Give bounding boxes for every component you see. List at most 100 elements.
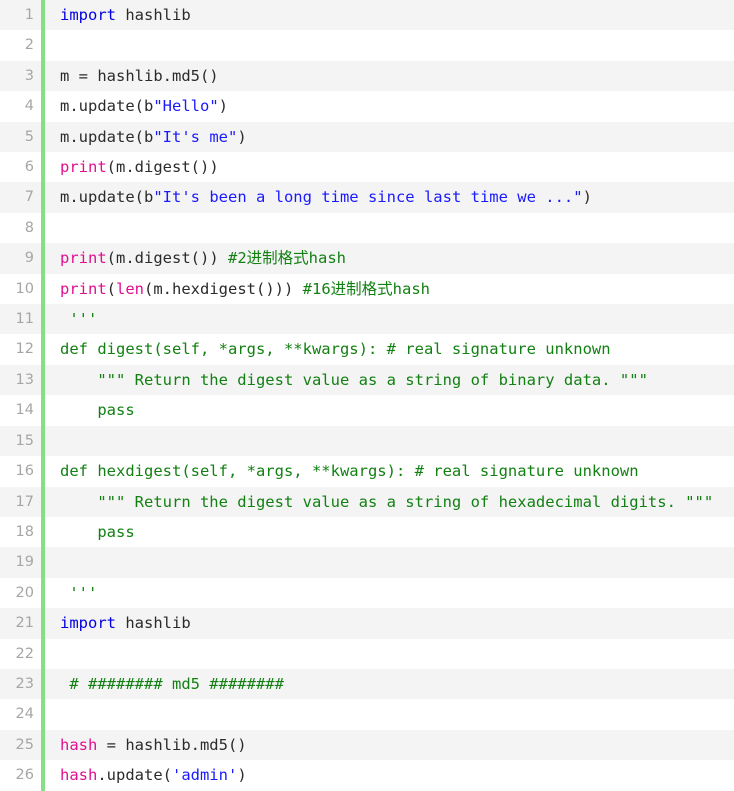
code-token-plain: .update( [97, 766, 172, 785]
code-line[interactable]: 21 import hashlib [0, 608, 734, 639]
code-line[interactable]: 7 m.update(b"It's been a long time since … [0, 182, 734, 213]
code-line-text[interactable]: print(m.digest()) #2进制格式hash [45, 243, 734, 273]
code-line[interactable]: 10 print(len(m.hexdigest())) #16进制格式hash [0, 273, 734, 305]
code-editor[interactable]: 1 import hashlib 2 3 m = hashlib.md5() 4 m.upd… [0, 0, 734, 791]
code-line[interactable]: 20 ''' [0, 577, 734, 609]
code-token-green: """ Return the digest value as a string … [60, 492, 714, 511]
code-line[interactable]: 25 hash = hashlib.md5() [0, 729, 734, 761]
code-line[interactable]: 6 print(m.digest()) [0, 152, 734, 183]
code-token-plain: (m.digest()) [106, 249, 228, 268]
code-line-text[interactable]: pass [45, 395, 734, 425]
code-token-plain: ) [237, 766, 247, 785]
code-token-plain: m.update(b [60, 97, 154, 116]
code-token-green: ''' [60, 310, 98, 329]
line-number: 14 [15, 402, 34, 419]
code-token-plain: (m.digest()) [106, 158, 219, 177]
code-line-text[interactable]: m.update(b"Hello") [45, 91, 734, 121]
line-number: 7 [24, 189, 34, 206]
code-token-plain: m = hashlib.md5() [60, 66, 219, 85]
code-line-text[interactable]: """ Return the digest value as a string … [45, 487, 734, 517]
code-line[interactable]: 3 m = hashlib.md5() [0, 60, 734, 92]
code-line[interactable]: 5 m.update(b"It's me") [0, 121, 734, 153]
code-token-str: 'admin' [171, 766, 238, 785]
code-line-text[interactable]: import hashlib [45, 0, 734, 30]
code-line-text[interactable]: m = hashlib.md5() [45, 61, 734, 91]
code-line[interactable]: 16 def hexdigest(self, *args, **kwargs): … [0, 456, 734, 487]
code-line-text[interactable]: def digest(self, *args, **kwargs): # rea… [45, 334, 734, 364]
code-line-text[interactable]: """ Return the digest value as a string … [45, 365, 734, 395]
code-line[interactable]: 8 [0, 212, 734, 244]
code-token-plain: m.update(b [60, 127, 154, 146]
code-line-text[interactable]: m.update(b"It's been a long time since l… [45, 182, 734, 212]
code-line-text[interactable]: print(m.digest()) [45, 152, 734, 182]
code-line[interactable]: 18 pass [0, 516, 734, 548]
code-token-plain: = hashlib.md5() [97, 735, 247, 754]
code-line[interactable]: 11 ''' [0, 304, 734, 335]
code-line-text[interactable] [45, 426, 734, 456]
line-number: 16 [15, 463, 34, 480]
line-number: 24 [15, 706, 34, 723]
code-line[interactable]: 9 print(m.digest()) #2进制格式hash [0, 243, 734, 274]
code-line-text[interactable] [45, 639, 734, 669]
code-line[interactable]: 14 pass [0, 395, 734, 426]
line-number: 21 [15, 615, 34, 632]
code-token-builtin: print [60, 249, 107, 268]
code-token-comment: #2进制格式hash [228, 249, 346, 268]
code-token-str: "It's been a long time since last time w… [153, 188, 583, 207]
code-token-green: pass [60, 401, 135, 420]
code-line[interactable]: 12 def digest(self, *args, **kwargs): # r… [0, 334, 734, 365]
code-line-text[interactable]: # ######## md5 ######## [45, 669, 734, 699]
line-number: 15 [15, 432, 34, 449]
code-token-green: def digest(self, *args, **kwargs): # rea… [60, 340, 611, 359]
code-line-text[interactable]: hash.update('admin') [45, 760, 734, 790]
code-line-text[interactable]: m.update(b"It's me") [45, 122, 734, 152]
line-number: 5 [24, 128, 34, 145]
code-line[interactable]: 26 hash.update('admin') [0, 760, 734, 791]
code-lines-container[interactable]: 1 import hashlib 2 3 m = hashlib.md5() 4 m.upd… [0, 0, 734, 791]
code-line[interactable]: 24 [0, 699, 734, 730]
code-line-text[interactable]: print(len(m.hexdigest())) #16进制格式hash [45, 274, 734, 304]
code-token-builtin: print [60, 158, 107, 177]
code-line[interactable]: 4 m.update(b"Hello") [0, 91, 734, 122]
line-number: 25 [15, 736, 34, 753]
code-line[interactable]: 15 [0, 425, 734, 457]
code-line[interactable]: 17 """ Return the digest value as a stri… [0, 486, 734, 517]
code-line-text[interactable]: hash = hashlib.md5() [45, 730, 734, 760]
code-line[interactable]: 19 [0, 547, 734, 578]
code-line[interactable]: 1 import hashlib [0, 0, 734, 31]
line-number: 6 [24, 159, 34, 176]
code-line-text[interactable] [45, 699, 734, 729]
line-number: 18 [15, 523, 34, 540]
line-number: 23 [15, 675, 34, 692]
code-token-plain: ( [106, 279, 117, 298]
line-number: 9 [24, 250, 34, 267]
code-line[interactable]: 2 [0, 30, 734, 61]
line-number: 22 [15, 645, 34, 662]
code-line-text[interactable]: pass [45, 517, 734, 547]
code-line[interactable]: 23 # ######## md5 ######## [0, 668, 734, 700]
code-line[interactable]: 13 """ Return the digest value as a stri… [0, 364, 734, 396]
line-number: 17 [15, 493, 34, 510]
code-line-text[interactable] [45, 547, 734, 577]
code-line-text[interactable]: import hashlib [45, 608, 734, 638]
code-token-builtin: print [60, 279, 107, 298]
line-number: 26 [15, 767, 34, 784]
code-token-green: ''' [60, 583, 98, 602]
code-token-plain: hashlib [116, 6, 191, 24]
code-token-str: "Hello" [153, 97, 219, 116]
code-token-kw: import [60, 614, 116, 633]
code-token-builtin: hash [60, 735, 98, 754]
code-line-text[interactable]: def hexdigest(self, *args, **kwargs): # … [45, 456, 734, 486]
code-line-text[interactable] [45, 213, 734, 243]
code-token-green: pass [60, 522, 135, 541]
code-token-green: def hexdigest(self, *args, **kwargs): # … [60, 462, 639, 481]
line-number: 10 [15, 280, 34, 297]
code-line-text[interactable] [45, 30, 734, 60]
code-line-text[interactable]: ''' [45, 578, 734, 608]
code-token-plain: ) [582, 188, 592, 207]
code-token-plain: hashlib [116, 614, 191, 633]
code-token-plain: ) [218, 97, 228, 116]
code-line-text[interactable]: ''' [45, 304, 734, 334]
code-line[interactable]: 22 [0, 638, 734, 669]
code-token-str: "It's me" [153, 127, 238, 146]
